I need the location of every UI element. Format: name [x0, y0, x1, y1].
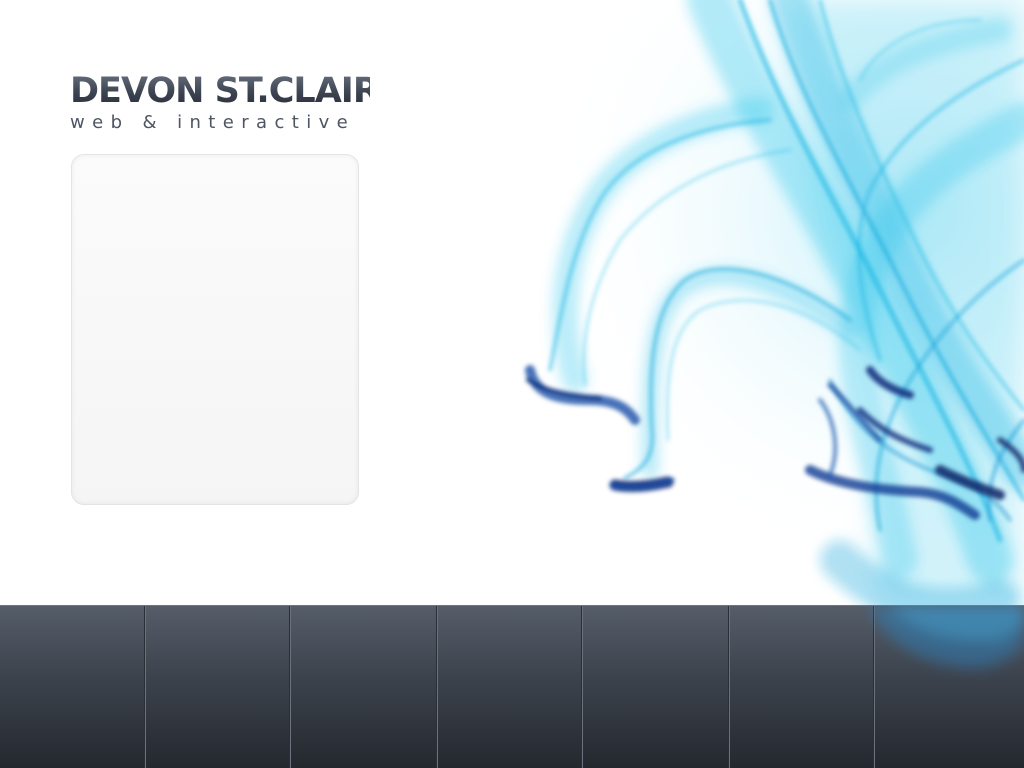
- nav-tab-label: [875, 606, 1024, 676]
- nav-tab-1[interactable]: [0, 606, 146, 768]
- nav-tab-label: [438, 606, 582, 676]
- nav-tab-3[interactable]: [291, 606, 438, 768]
- site-logo[interactable]: DEVON ST.CLAIR web & interactive: [70, 71, 380, 134]
- nav-tab-2[interactable]: [146, 606, 291, 768]
- nav-tab-label: [0, 606, 145, 676]
- navigation-bar: [0, 605, 1024, 768]
- nav-tab-6[interactable]: [730, 606, 875, 768]
- page-canvas: DEVON ST.CLAIR web & interactive: [0, 0, 1024, 768]
- nav-tab-label: [583, 606, 729, 676]
- brand-name: DEVON ST.CLAIR: [70, 71, 380, 111]
- nav-tab-7[interactable]: [875, 606, 1024, 768]
- nav-tab-label: [291, 606, 437, 676]
- nav-tab-5[interactable]: [583, 606, 730, 768]
- nav-tab-label: [730, 606, 874, 676]
- content-panel: [71, 154, 359, 505]
- nav-tab-label: [146, 606, 290, 676]
- nav-tab-4[interactable]: [438, 606, 583, 768]
- brand-tagline: web & interactive: [70, 112, 356, 133]
